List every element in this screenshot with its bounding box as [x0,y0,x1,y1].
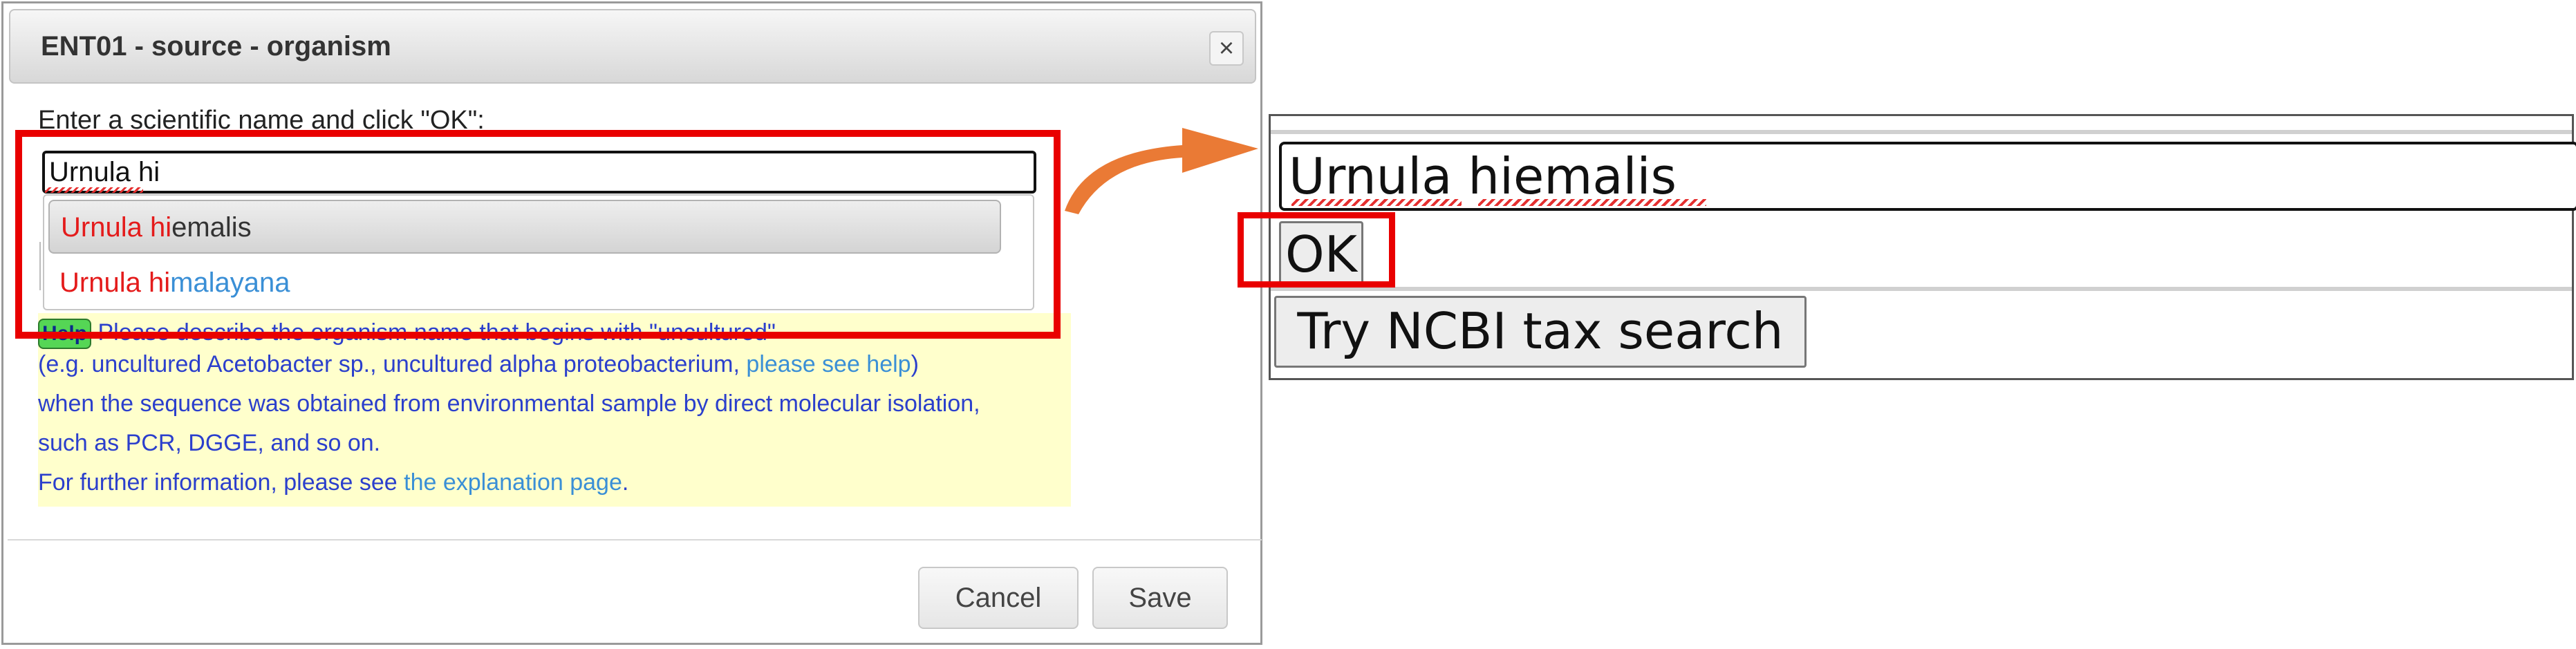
explanation-page-link[interactable]: the explanation page [404,469,622,496]
help-text-5-post: . [622,469,629,496]
dialog-title: ENT01 - source - organism [41,31,391,62]
highlight-frame-input-area [15,130,1061,339]
help-line-3: when the sequence was obtained from envi… [38,391,980,417]
zoom-separator-mid [1271,287,2572,291]
zoomed-name-input[interactable] [1279,142,2576,211]
close-icon[interactable]: × [1209,31,1244,66]
spellcheck-underline [1291,199,1462,206]
help-line-5: For further information, please see the … [38,463,628,502]
save-button[interactable]: Save [1092,567,1228,629]
highlight-frame-ok-button [1238,212,1395,288]
help-box: Help Please describe the organism name t… [38,313,1071,507]
ncbi-tax-search-button[interactable]: Try NCBI tax search [1274,296,1807,368]
help-line-4: such as PCR, DGGE, and so on. [38,430,381,456]
callout-arrow-icon [1065,128,1258,214]
dialog-titlebar: ENT01 - source - organism × [9,9,1256,84]
footer-divider [8,539,1262,540]
spellcheck-underline [1478,199,1706,206]
zoom-separator-top [1271,130,2572,134]
help-text-2-pre: (e.g. uncultured Acetobacter sp., uncult… [38,351,747,377]
please-see-help-link[interactable]: please see help [746,351,911,377]
help-line-2: (e.g. uncultured Acetobacter sp., uncult… [38,345,919,384]
cancel-button[interactable]: Cancel [918,567,1079,629]
help-text-5-pre: For further information, please see [38,469,404,496]
zoomed-panel: OK Try NCBI tax search [1269,114,2576,380]
help-text-2-post: ) [911,351,919,377]
